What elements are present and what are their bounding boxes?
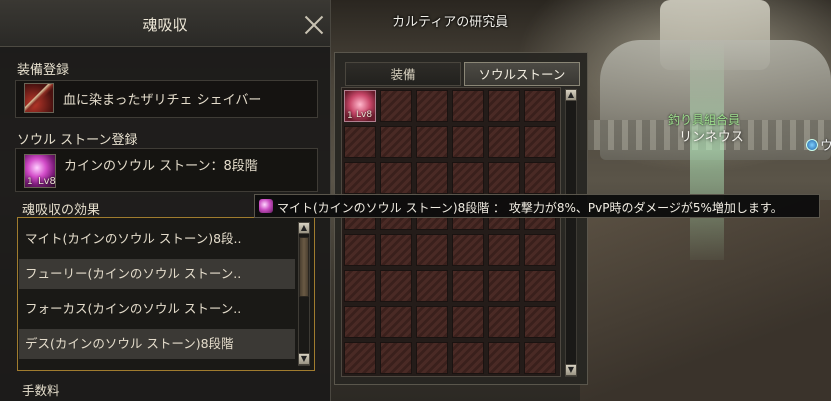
inventory-slot[interactable] — [344, 126, 376, 158]
fee-label: 手数料 — [22, 383, 60, 398]
soulstone-gem-icon — [259, 199, 273, 213]
soulstone-count: 1 — [27, 177, 33, 187]
inventory-slot[interactable] — [524, 234, 556, 266]
effects-list: マイト(カインのソウル ストーン)8段.. フューリー(カインのソウル ストーン… — [17, 217, 315, 371]
inventory-slot[interactable] — [416, 270, 448, 302]
scroll-thumb[interactable] — [299, 237, 309, 297]
inventory-slot[interactable] — [524, 270, 556, 302]
inventory-slot[interactable] — [416, 306, 448, 338]
effect-row[interactable]: フォーカス(カインのソウル ストーン.. — [19, 294, 295, 324]
inventory-slot[interactable] — [524, 126, 556, 158]
map-marker-icon[interactable] — [806, 139, 818, 151]
inventory-slot-soulstone[interactable]: 1 Lv8 — [344, 90, 376, 122]
inventory-slot[interactable] — [380, 270, 412, 302]
effects-scrollbar[interactable]: ▲ ▼ — [298, 222, 310, 366]
effect-tooltip: マイト(カインのソウル ストーン)8段階 ： 攻撃力が8%、PvP時のダメージが… — [254, 194, 820, 218]
sword-icon[interactable] — [24, 83, 54, 113]
effect-row[interactable]: マイト(カインのソウル ストーン)8段.. — [19, 224, 295, 254]
inventory-slot[interactable] — [344, 342, 376, 374]
inventory-slot[interactable] — [524, 342, 556, 374]
effects-section-label: 魂吸収の効果 — [22, 203, 101, 218]
effect-row[interactable]: デス(カインのソウル ストーン)8段階 — [19, 329, 295, 359]
inventory-slot[interactable] — [344, 270, 376, 302]
inventory-slot[interactable] — [488, 90, 520, 122]
inventory-slot[interactable] — [416, 90, 448, 122]
soulstone-section-label: ソウル ストーン登録 — [17, 133, 138, 148]
slot-level: Lv8 — [356, 110, 373, 120]
scroll-up-icon[interactable]: ▲ — [565, 89, 577, 101]
scroll-up-icon[interactable]: ▲ — [298, 222, 310, 234]
inventory-slot[interactable] — [488, 306, 520, 338]
inventory-slot[interactable] — [452, 270, 484, 302]
npc-name[interactable]: リンネウス — [679, 126, 744, 145]
inventory-slot[interactable] — [452, 342, 484, 374]
inventory-scrollbar[interactable]: ▲ ▼ — [565, 89, 577, 377]
marker-label: ウ — [820, 139, 831, 154]
window-header[interactable]: 魂吸収 — [0, 0, 330, 47]
inventory-slot[interactable] — [380, 126, 412, 158]
inventory-slot[interactable] — [524, 306, 556, 338]
soulstone-item-name: カインのソウル ストーン：8段階 — [64, 159, 258, 174]
soulstone-gem-icon[interactable]: 1 Lv8 — [24, 154, 56, 188]
tab-soulstone[interactable]: ソウルストーン — [464, 62, 580, 86]
soulstone-slot-box[interactable]: 1 Lv8 カインのソウル ストーン：8段階 — [15, 148, 318, 192]
inventory-slot[interactable] — [524, 162, 556, 194]
inventory-slot[interactable] — [380, 306, 412, 338]
inventory-slot[interactable] — [344, 234, 376, 266]
inventory-slot[interactable] — [524, 90, 556, 122]
inventory-slot[interactable] — [416, 234, 448, 266]
inventory-slot[interactable] — [416, 162, 448, 194]
inventory-slot[interactable] — [452, 306, 484, 338]
scroll-down-icon[interactable]: ▼ — [298, 353, 310, 365]
inventory-slot[interactable] — [416, 342, 448, 374]
inventory-slot[interactable] — [452, 126, 484, 158]
tooltip-text: マイト(カインのソウル ストーン)8段階 ： 攻撃力が8%、PvP時のダメージが… — [277, 201, 783, 215]
equip-section-label: 装備登録 — [17, 63, 70, 78]
inventory-slot[interactable] — [488, 234, 520, 266]
inventory-slot[interactable] — [488, 126, 520, 158]
slot-count: 1 — [347, 111, 353, 121]
close-icon[interactable] — [304, 15, 324, 35]
inventory-slot[interactable] — [380, 162, 412, 194]
inventory-slot[interactable] — [380, 342, 412, 374]
inventory-slot[interactable] — [488, 270, 520, 302]
inventory-slot[interactable] — [380, 234, 412, 266]
inventory-slot[interactable] — [344, 306, 376, 338]
inventory-slot[interactable] — [488, 162, 520, 194]
inventory-slot[interactable] — [416, 126, 448, 158]
scroll-down-icon[interactable]: ▼ — [565, 364, 577, 376]
light-beam — [690, 40, 724, 260]
inventory-slot[interactable] — [452, 234, 484, 266]
inventory-slot[interactable] — [380, 90, 412, 122]
equip-item-name: 血に染まったザリチェ シェイバー — [63, 93, 262, 108]
inventory-slot[interactable] — [452, 162, 484, 194]
inventory-slot[interactable] — [452, 90, 484, 122]
effect-row[interactable]: フューリー(カインのソウル ストーン.. — [19, 259, 295, 289]
npc-title[interactable]: カルティアの研究員 — [392, 11, 508, 30]
inventory-window: 装備 ソウルストーン 1 Lv8 ▲ ▼ — [334, 52, 588, 385]
equip-slot-box[interactable]: 血に染まったザリチェ シェイバー — [15, 80, 318, 118]
tab-equipment[interactable]: 装備 — [345, 62, 461, 86]
inventory-slot[interactable] — [344, 162, 376, 194]
inventory-slot[interactable] — [488, 342, 520, 374]
window-title: 魂吸収 — [142, 16, 188, 34]
soulstone-level: Lv8 — [38, 176, 56, 187]
inventory-grid: 1 Lv8 — [341, 87, 561, 377]
